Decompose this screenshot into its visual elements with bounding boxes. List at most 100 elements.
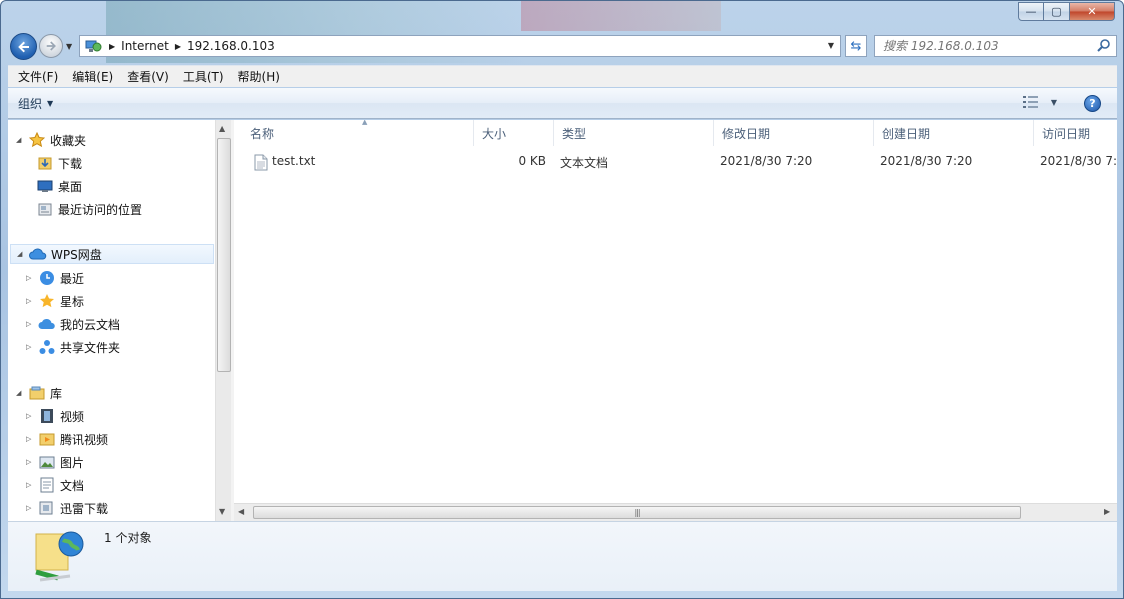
file-size: 0 KB bbox=[518, 154, 546, 168]
breadcrumb-host[interactable]: 192.168.0.103 bbox=[187, 39, 275, 53]
cloud-icon bbox=[29, 246, 47, 262]
scroll-left-arrow[interactable]: ◀ bbox=[238, 507, 244, 516]
sidebar-item-desktop[interactable]: 桌面 bbox=[36, 176, 82, 196]
column-header-label: 访问日期 bbox=[1042, 126, 1091, 141]
sidebar-item-label: 文档 bbox=[60, 478, 85, 493]
share-icon bbox=[38, 339, 56, 355]
organize-button[interactable]: 组织 ▼ bbox=[18, 95, 53, 112]
expand-icon[interactable]: ▷ bbox=[26, 297, 36, 305]
table-row[interactable]: test.txt 0 KB 文本文档 2021/8/30 7:20 2021/8… bbox=[234, 151, 1117, 173]
expand-icon[interactable]: ▷ bbox=[26, 274, 36, 282]
collapse-icon[interactable]: ◢ bbox=[17, 250, 27, 258]
minimize-button[interactable]: — bbox=[1018, 2, 1044, 21]
expand-icon[interactable]: ▷ bbox=[26, 343, 36, 351]
expand-icon[interactable]: ▷ bbox=[26, 320, 36, 328]
sidebar-item-pictures[interactable]: ▷ 图片 bbox=[26, 452, 84, 472]
arrow-left-icon bbox=[17, 41, 29, 52]
sidebar-item-documents[interactable]: ▷ 文档 bbox=[26, 475, 84, 495]
sort-ascending-icon: ▲ bbox=[362, 120, 368, 126]
sidebar-item-label: 下载 bbox=[58, 156, 83, 171]
sidebar-group-favorites[interactable]: ◢ 收藏夹 bbox=[16, 130, 86, 150]
sidebar-item-starred[interactable]: ▷ 星标 bbox=[26, 291, 84, 311]
help-button[interactable]: ? bbox=[1084, 95, 1101, 112]
sidebar-group-wps-cloud[interactable]: ◢ WPS网盘 bbox=[10, 244, 214, 264]
sidebar-item-label: 桌面 bbox=[58, 179, 83, 194]
scroll-right-arrow[interactable]: ▶ bbox=[1104, 507, 1110, 516]
sidebar-item-label: 我的云文档 bbox=[60, 317, 121, 332]
sidebar-item-label: 腾讯视频 bbox=[60, 432, 109, 447]
views-dropdown-icon[interactable]: ▼ bbox=[1051, 98, 1057, 107]
tencent-video-icon bbox=[38, 431, 56, 447]
breadcrumb-internet[interactable]: Internet bbox=[121, 39, 169, 53]
column-header-label: 类型 bbox=[562, 126, 587, 141]
breadcrumb-separator[interactable]: ▶ bbox=[109, 42, 115, 51]
column-header-type[interactable]: 类型 bbox=[554, 120, 714, 146]
sidebar-item-label: 共享文件夹 bbox=[60, 340, 121, 355]
sidebar-item-shared-folder[interactable]: ▷ 共享文件夹 bbox=[26, 337, 120, 357]
star-icon bbox=[28, 132, 46, 148]
sidebar-item-recent[interactable]: ▷ 最近 bbox=[26, 268, 84, 288]
sidebar-item-label: 最近 bbox=[60, 271, 85, 286]
column-header-size[interactable]: 大小 bbox=[474, 120, 554, 146]
column-header-created[interactable]: 创建日期 bbox=[874, 120, 1034, 146]
search-input[interactable] bbox=[875, 39, 1085, 53]
recent-pages-dropdown[interactable]: ▼ bbox=[66, 42, 72, 51]
details-pane: 1 个对象 bbox=[8, 521, 1117, 591]
sidebar-item-thunder-download[interactable]: ▷ 迅雷下载 bbox=[26, 498, 108, 518]
menu-edit[interactable]: 编辑(E) bbox=[65, 68, 120, 85]
sidebar-item-videos[interactable]: ▷ 视频 bbox=[26, 406, 84, 426]
expand-icon[interactable]: ▷ bbox=[26, 412, 36, 420]
scroll-thumb[interactable]: ||| bbox=[253, 506, 1021, 519]
menu-file[interactable]: 文件(F) bbox=[11, 68, 65, 85]
desktop-icon bbox=[36, 178, 54, 194]
search-box[interactable] bbox=[874, 35, 1117, 57]
window-controls: — ▢ ✕ bbox=[1018, 2, 1115, 21]
breadcrumb-separator[interactable]: ▶ bbox=[175, 42, 181, 51]
navigation-pane: ◢ 收藏夹 下载 桌面 最近访问的位置 ◢ WPS网盘 ▷ 最近 ▷ 星标 ▷ … bbox=[8, 120, 231, 521]
close-button[interactable]: ✕ bbox=[1070, 2, 1115, 21]
file-created: 2021/8/30 7:20 bbox=[880, 154, 973, 168]
file-name[interactable]: test.txt bbox=[272, 154, 315, 168]
forward-button[interactable] bbox=[39, 34, 63, 58]
sidebar-group-libraries[interactable]: ◢ 库 bbox=[16, 383, 62, 403]
menu-help[interactable]: 帮助(H) bbox=[231, 68, 287, 85]
file-accessed: 2021/8/30 7:20 bbox=[1040, 154, 1117, 168]
scroll-thumb[interactable] bbox=[217, 138, 231, 372]
network-icon bbox=[83, 37, 103, 55]
expand-icon[interactable]: ▷ bbox=[26, 458, 36, 466]
change-view-button[interactable]: ▼ bbox=[1022, 96, 1057, 108]
star-icon bbox=[38, 293, 56, 309]
sidebar-item-label: 星标 bbox=[60, 294, 85, 309]
downloads-icon bbox=[36, 155, 54, 171]
column-header-name[interactable]: ▲ 名称 bbox=[242, 120, 474, 146]
file-list-horizontal-scrollbar[interactable]: ◀ ||| ▶ bbox=[234, 503, 1117, 521]
navigation-pane-scrollbar[interactable]: ▲ ▼ bbox=[215, 120, 231, 521]
video-icon bbox=[38, 408, 56, 424]
text-file-icon bbox=[254, 154, 268, 171]
menu-tools[interactable]: 工具(T) bbox=[176, 68, 231, 85]
sidebar-item-tencent-video[interactable]: ▷ 腾讯视频 bbox=[26, 429, 108, 449]
collapse-icon[interactable]: ◢ bbox=[16, 389, 26, 397]
column-header-accessed[interactable]: 访问日期 bbox=[1034, 120, 1117, 146]
sidebar-item-my-cloud-docs[interactable]: ▷ 我的云文档 bbox=[26, 314, 120, 334]
search-icon[interactable] bbox=[1096, 38, 1112, 54]
expand-icon[interactable]: ▷ bbox=[26, 481, 36, 489]
refresh-button[interactable]: ⇆ bbox=[845, 35, 867, 57]
sidebar-item-label: 图片 bbox=[60, 455, 85, 470]
column-header-modified[interactable]: 修改日期 bbox=[714, 120, 874, 146]
arrow-right-icon bbox=[46, 41, 56, 51]
expand-icon[interactable]: ▷ bbox=[26, 504, 36, 512]
address-history-dropdown[interactable]: ▼ bbox=[828, 41, 834, 50]
sidebar-item-recent-places[interactable]: 最近访问的位置 bbox=[36, 199, 142, 219]
back-button[interactable] bbox=[10, 33, 37, 60]
sidebar-item-downloads[interactable]: 下载 bbox=[36, 153, 82, 173]
expand-icon[interactable]: ▷ bbox=[26, 435, 36, 443]
scroll-up-arrow[interactable]: ▲ bbox=[219, 124, 225, 133]
address-bar[interactable]: ▶ Internet ▶ 192.168.0.103 ▼ bbox=[79, 35, 841, 57]
chevron-down-icon: ▼ bbox=[47, 98, 54, 108]
command-bar: 组织 ▼ ▼ ? bbox=[8, 88, 1117, 119]
collapse-icon[interactable]: ◢ bbox=[16, 136, 26, 144]
maximize-button[interactable]: ▢ bbox=[1044, 2, 1070, 21]
scroll-down-arrow[interactable]: ▼ bbox=[219, 507, 225, 516]
menu-view[interactable]: 查看(V) bbox=[120, 68, 176, 85]
